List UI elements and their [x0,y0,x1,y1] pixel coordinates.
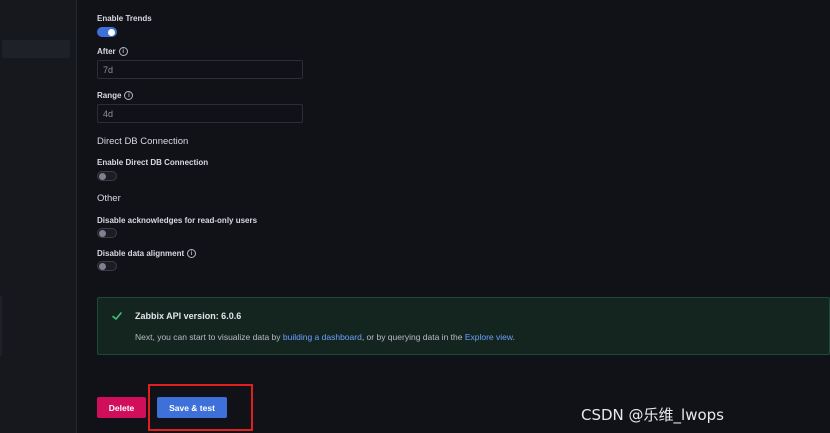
enable-trends-toggle[interactable] [97,27,117,37]
building-dashboard-link[interactable]: building a dashboard [283,332,362,342]
toggle-knob [99,172,106,180]
success-alert: Zabbix API version: 6.0.6 Next, you can … [97,297,830,355]
after-input[interactable] [97,60,303,79]
datasource-settings-panel: Enable Trends After i Range i Direct DB … [77,0,830,433]
watermark: CSDN @乐维_lwops [581,406,724,424]
delete-button[interactable]: Delete [97,397,146,418]
info-circle-icon[interactable]: i [187,249,197,258]
check-icon [112,312,122,320]
toggle-knob [99,262,106,270]
enable-direct-db-label: Enable Direct DB Connection [97,158,209,167]
disable-ack-label: Disable acknowledges for read-only users [97,216,258,225]
disable-alignment-label: Disable data alignment i [97,249,197,258]
sidebar-item-active[interactable] [2,40,70,58]
other-section-title: Other [97,193,121,204]
direct-db-section-title: Direct DB Connection [97,136,189,147]
alert-body: Next, you can start to visualize data by… [135,332,515,342]
info-circle-icon[interactable]: i [118,47,128,56]
range-label: Range i [97,91,134,100]
enable-trends-label: Enable Trends [97,14,152,23]
disable-alignment-toggle[interactable] [97,261,117,271]
info-circle-icon[interactable]: i [124,91,134,100]
side-menu [0,0,77,433]
explore-view-link[interactable]: Explore view [465,332,513,342]
toggle-knob [108,28,115,36]
enable-direct-db-toggle[interactable] [97,171,117,181]
disable-ack-toggle[interactable] [97,228,117,238]
sidebar-edge-marker [0,296,2,356]
alert-title: Zabbix API version: 6.0.6 [135,311,242,321]
after-label: After i [97,47,128,56]
toggle-knob [99,229,106,237]
save-and-test-button[interactable]: Save & test [157,397,227,418]
range-input[interactable] [97,104,303,123]
